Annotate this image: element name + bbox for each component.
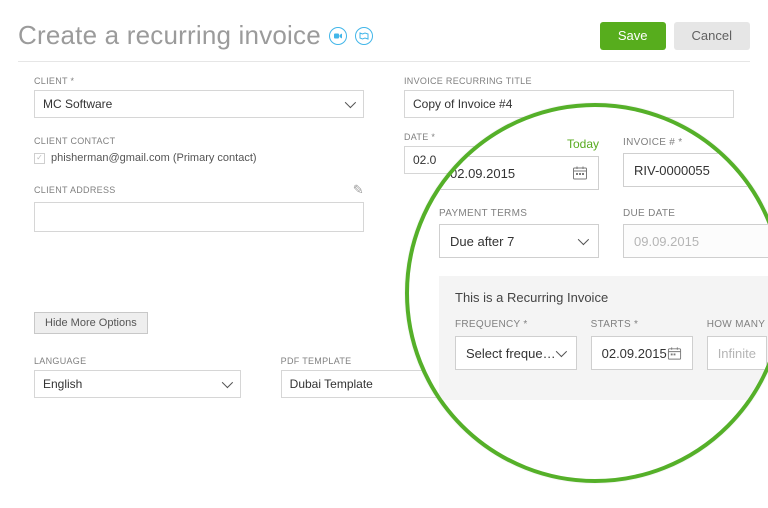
chevron-down-icon: [221, 377, 232, 388]
invoice-title-label: INVOICE RECURRING TITLE: [404, 76, 734, 86]
client-contact-value: phisherman@gmail.com (Primary contact): [51, 152, 257, 164]
zoom-date-input[interactable]: 02.09.2015: [439, 156, 599, 190]
calendar-icon: [572, 165, 588, 181]
client-address-label: CLIENT ADDRESS: [34, 185, 116, 195]
frequency-label: FREQUENCY *: [455, 319, 577, 330]
cancel-button[interactable]: Cancel: [674, 22, 750, 50]
zoom-invoice-value: RIV-0000055: [634, 163, 710, 178]
edit-icon[interactable]: ✎: [353, 182, 364, 198]
starts-value: 02.09.2015: [602, 346, 667, 361]
language-select[interactable]: English: [34, 370, 241, 398]
client-select[interactable]: MC Software: [34, 90, 364, 118]
zoom-payment-value: Due after 7: [450, 234, 514, 249]
zoom-due-value: 09.09.2015: [634, 234, 699, 249]
save-button[interactable]: Save: [600, 22, 666, 50]
client-address-input[interactable]: [34, 202, 364, 232]
pdf-template-value: Dubai Template: [290, 377, 373, 391]
how-many-value: Infinite: [718, 346, 756, 361]
frequency-value: Select freque…: [466, 346, 556, 361]
recurring-title: This is a Recurring Invoice: [455, 290, 763, 305]
zoom-date-label: DATE *: [439, 140, 473, 151]
language-label: LANGUAGE: [34, 356, 241, 366]
starts-label: STARTS *: [591, 319, 693, 330]
invoice-title-value: Copy of Invoice #4: [413, 97, 512, 111]
client-value: MC Software: [43, 97, 112, 111]
zoom-payment-label: PAYMENT TERMS: [439, 208, 599, 219]
hide-more-options-button[interactable]: Hide More Options: [34, 312, 148, 334]
client-contact-label: CLIENT CONTACT: [34, 136, 364, 146]
chevron-down-icon: [345, 97, 356, 108]
zoom-date-value: 02.09.2015: [450, 166, 515, 181]
calendar-icon: [667, 346, 682, 361]
recurring-section: This is a Recurring Invoice FREQUENCY * …: [439, 276, 768, 400]
video-icon[interactable]: [329, 27, 347, 45]
page-header: Create a recurring invoice Save Cancel: [18, 20, 750, 51]
map-icon[interactable]: [355, 27, 373, 45]
client-label: CLIENT *: [34, 76, 364, 86]
today-link[interactable]: Today: [567, 137, 599, 151]
checkbox-icon: ✓: [34, 153, 45, 164]
zoom-invoice-input[interactable]: RIV-0000055: [623, 153, 768, 187]
zoom-due-label: DUE DATE: [623, 208, 768, 219]
starts-input[interactable]: 02.09.2015: [591, 336, 693, 370]
frequency-select[interactable]: Select freque…: [455, 336, 577, 370]
zoom-due-input: 09.09.2015: [623, 224, 768, 258]
date-value-bg: 02.0: [413, 153, 436, 167]
chevron-down-icon: [578, 234, 589, 245]
page-title: Create a recurring invoice: [18, 20, 321, 51]
how-many-input[interactable]: Infinite: [707, 336, 767, 370]
header-divider: [18, 61, 750, 62]
how-many-label: HOW MANY: [707, 319, 767, 330]
left-column: CLIENT * MC Software CLIENT CONTACT ✓ ph…: [34, 76, 364, 356]
magnifier-overlay: DATE * Today 02.09.2015: [405, 103, 768, 483]
chevron-down-icon: [555, 346, 566, 357]
zoom-payment-select[interactable]: Due after 7: [439, 224, 599, 258]
client-contact-option[interactable]: ✓ phisherman@gmail.com (Primary contact): [34, 150, 364, 168]
zoom-invoice-label: INVOICE # *: [623, 137, 768, 148]
language-value: English: [43, 377, 82, 391]
